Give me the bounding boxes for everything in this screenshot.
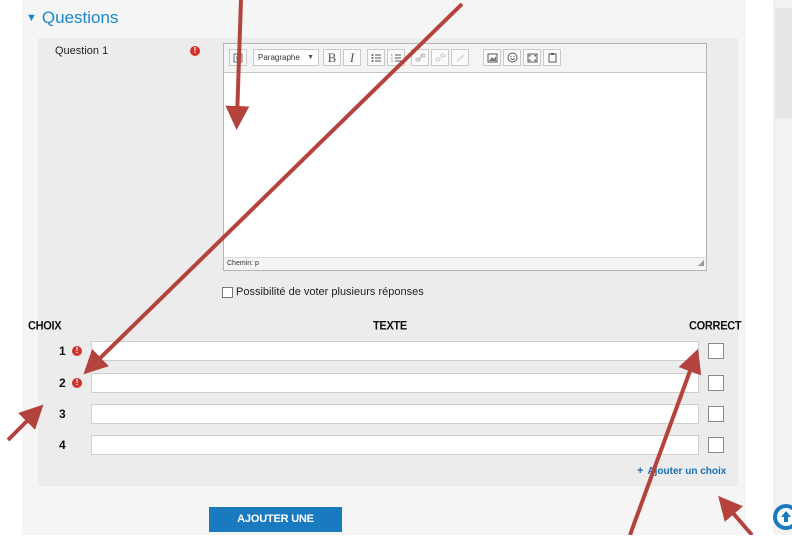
annotation-arrow	[83, 2, 464, 375]
annotation-arrow	[628, 348, 702, 535]
annotation-arrow	[718, 495, 754, 535]
annotation-arrow	[6, 404, 44, 442]
annotation-arrows	[6, 0, 754, 535]
annotation-arrow	[225, 0, 250, 130]
